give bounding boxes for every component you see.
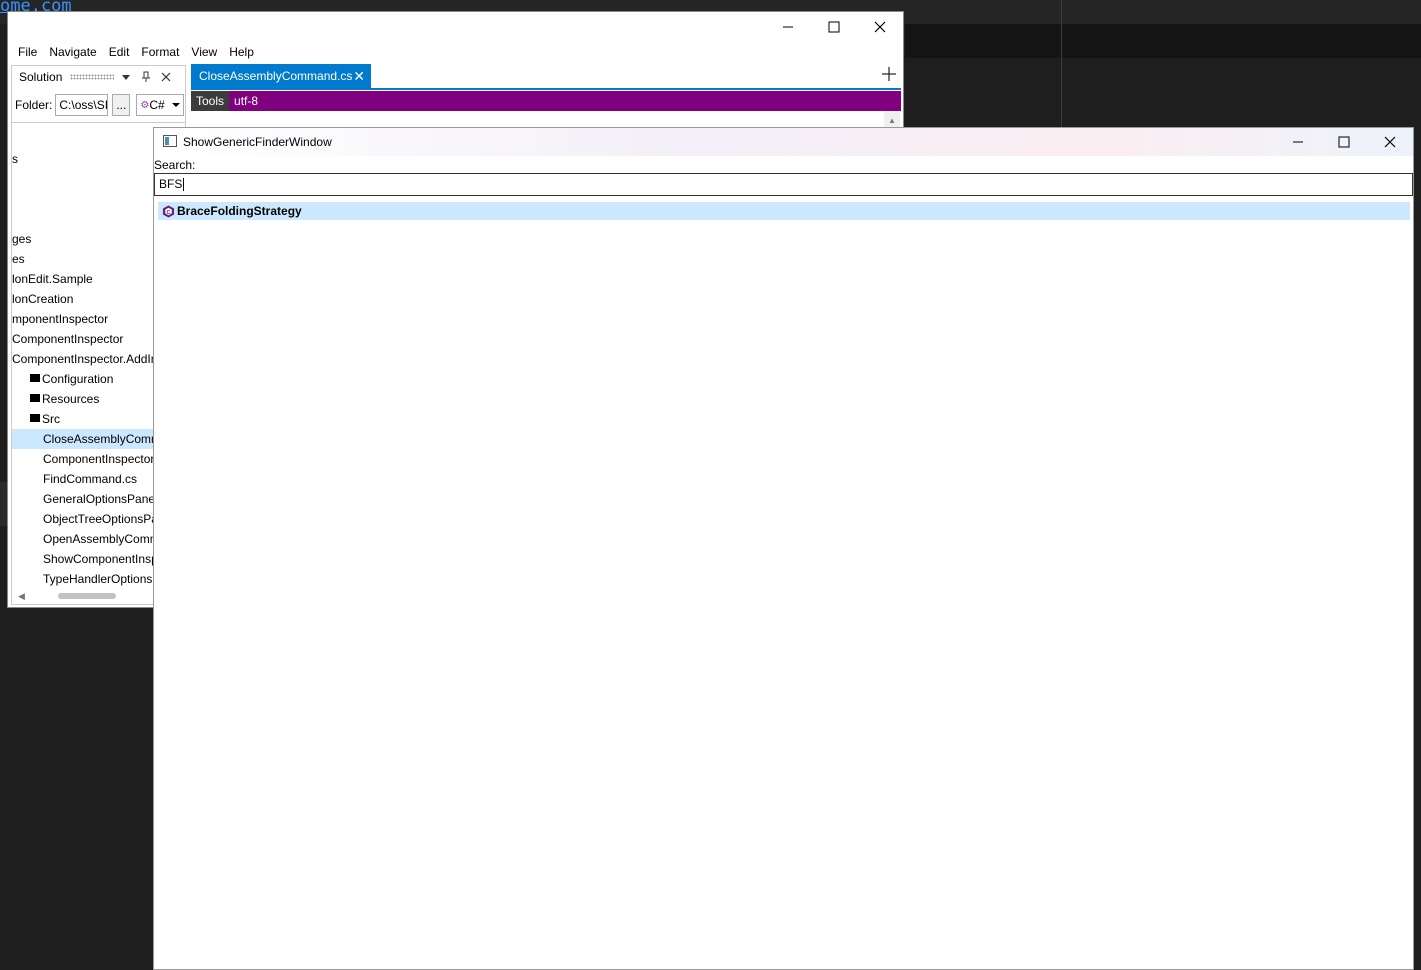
search-value: BFS xyxy=(159,177,183,191)
folder-path-input[interactable]: C:\oss\SI xyxy=(55,94,109,116)
close-icon xyxy=(1384,136,1396,148)
search-input[interactable]: BFS xyxy=(154,173,1413,196)
folder-icon xyxy=(30,374,40,382)
tree-item-label: ges xyxy=(12,232,32,246)
tree-item-label: FindCommand.cs xyxy=(43,472,138,486)
menu-view[interactable]: View xyxy=(185,43,223,61)
tree-item-label: mponentInspector xyxy=(12,312,109,326)
folder-row: Folder: C:\oss\SI ... ⚙ C# xyxy=(12,93,185,117)
menu-file[interactable]: File xyxy=(12,43,43,61)
maximize-icon xyxy=(1338,136,1350,148)
maximize-icon xyxy=(828,21,840,33)
csharp-icon: ⚙ xyxy=(140,99,150,111)
background-divider xyxy=(1061,0,1062,130)
finder-window-controls xyxy=(1275,128,1413,156)
folder-icon xyxy=(30,414,40,422)
tree-item-label: OpenAssemblyComm xyxy=(43,532,160,546)
tree-item-label: lonCreation xyxy=(12,292,74,306)
tree-item-label: ComponentInspector xyxy=(12,332,124,346)
tree-item-label: ObjectTreeOptionsPa xyxy=(43,512,158,526)
minimize-icon xyxy=(1293,141,1303,143)
document-tab-bar: CloseAssemblyCommand.cs ✕ xyxy=(191,64,901,90)
maximize-button[interactable] xyxy=(811,12,857,42)
pane-close-button[interactable] xyxy=(158,69,174,85)
finder-minimize-button[interactable] xyxy=(1275,128,1321,156)
document-tab[interactable]: CloseAssemblyCommand.cs ✕ xyxy=(191,64,371,88)
plus-icon xyxy=(882,67,896,81)
pane-menu-button[interactable] xyxy=(118,69,134,85)
tree-item-label: Src xyxy=(42,412,60,426)
menu-bar: File Navigate Edit Format View Help xyxy=(12,43,260,61)
close-icon xyxy=(161,72,171,82)
language-value: C# xyxy=(149,98,165,112)
folder-label: Folder: xyxy=(15,98,53,112)
tree-item-label: Configuration xyxy=(42,372,114,386)
menu-format[interactable]: Format xyxy=(135,43,185,61)
scroll-thumb[interactable] xyxy=(58,593,116,599)
tree-item-label: ComponentInspectorC xyxy=(43,452,164,466)
class-icon: C xyxy=(162,204,175,218)
generic-finder-window: ShowGenericFinderWindow Search: BFS C Br… xyxy=(153,127,1414,970)
editor-tools-bar: Tools utf-8 xyxy=(191,91,901,111)
menu-navigate[interactable]: Navigate xyxy=(43,43,102,61)
window-app-icon xyxy=(163,135,177,147)
tree-item-label: GeneralOptionsPanel xyxy=(43,492,158,506)
new-tab-button[interactable] xyxy=(881,66,897,86)
pin-button[interactable] xyxy=(138,69,154,85)
text-caret xyxy=(183,178,185,192)
menu-edit[interactable]: Edit xyxy=(103,43,136,61)
search-label: Search: xyxy=(154,158,196,172)
tree-item-label: ShowComponentInsp xyxy=(43,552,158,566)
svg-text:C: C xyxy=(166,209,170,215)
tree-item-label: s xyxy=(12,152,18,166)
tree-item-label: lonEdit.Sample xyxy=(12,272,93,286)
tree-item-label: es xyxy=(12,252,25,266)
dropdown-arrow-icon xyxy=(122,75,131,80)
menu-help[interactable]: Help xyxy=(223,43,260,61)
scroll-left-icon[interactable]: ◀ xyxy=(18,591,25,602)
minimize-icon xyxy=(783,26,793,28)
finder-title-bar: ShowGenericFinderWindow xyxy=(154,128,1413,156)
encoding-label[interactable]: utf-8 xyxy=(234,94,258,108)
results-list: C BraceFoldingStrategy xyxy=(158,202,1410,220)
folder-icon xyxy=(30,394,40,402)
window-controls xyxy=(765,12,903,42)
finder-title: ShowGenericFinderWindow xyxy=(183,135,332,149)
close-icon xyxy=(874,21,886,33)
tree-item-label: Resources xyxy=(42,392,100,406)
tab-close-icon[interactable]: ✕ xyxy=(353,68,365,85)
background-editor-line xyxy=(905,24,1421,58)
close-button[interactable] xyxy=(857,12,903,42)
document-tab-label: CloseAssemblyCommand.cs xyxy=(199,69,353,83)
tree-item-label: ComponentInspector.AddIn xyxy=(12,352,158,366)
pin-icon xyxy=(142,71,151,82)
browse-button[interactable]: ... xyxy=(112,94,131,116)
minimize-button[interactable] xyxy=(765,12,811,42)
chevron-down-icon xyxy=(172,103,181,107)
finder-close-button[interactable] xyxy=(1367,128,1413,156)
finder-maximize-button[interactable] xyxy=(1321,128,1367,156)
result-item[interactable]: C BraceFoldingStrategy xyxy=(158,202,1410,220)
drag-grip[interactable] xyxy=(70,74,115,80)
solution-pane-header: Solution xyxy=(12,66,185,88)
result-label: BraceFoldingStrategy xyxy=(177,204,302,218)
language-select[interactable]: ⚙ C# xyxy=(136,94,185,116)
solution-pane-title: Solution xyxy=(19,70,63,84)
tree-item-label: TypeHandlerOptionsP xyxy=(43,572,161,586)
tools-button[interactable]: Tools xyxy=(191,91,230,111)
